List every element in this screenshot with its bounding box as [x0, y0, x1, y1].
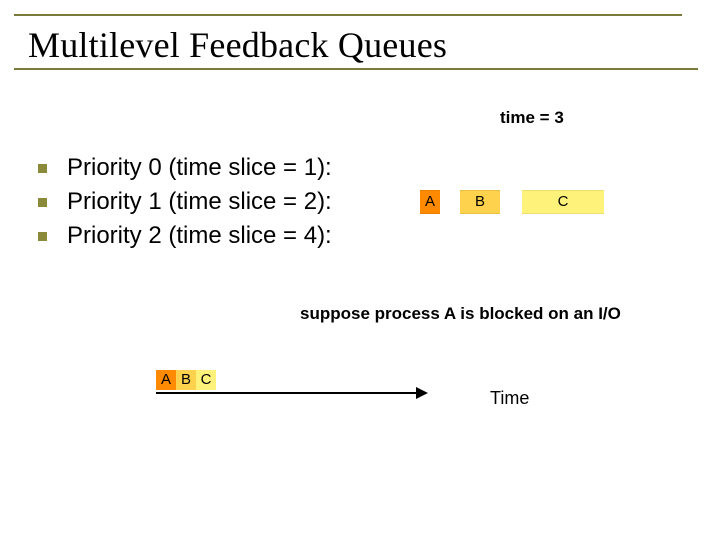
slide-title: Multilevel Feedback Queues	[28, 24, 692, 66]
queue-box-b: B	[460, 190, 500, 214]
timeline: A B C	[156, 370, 436, 394]
queue-priority-1: A B C	[420, 190, 604, 214]
timeline-box-c: C	[196, 370, 216, 390]
slide: Multilevel Feedback Queues time = 3 Prio…	[0, 0, 720, 540]
timeline-box-b: B	[176, 370, 196, 390]
list-item: Priority 1 (time slice = 2):	[38, 188, 438, 216]
queue-box-a: A	[420, 190, 440, 214]
timeline-boxes: A B C	[156, 370, 436, 390]
timeline-box-a: A	[156, 370, 176, 390]
bullet-icon	[38, 164, 47, 173]
priority-0-text: Priority 0 (time slice = 1):	[67, 154, 332, 182]
list-item: Priority 2 (time slice = 4):	[38, 222, 438, 250]
bullet-icon	[38, 198, 47, 207]
list-item: Priority 0 (time slice = 1):	[38, 154, 438, 182]
title-rule-top	[14, 14, 682, 16]
time-indicator: time = 3	[500, 108, 564, 128]
title-rule-bottom	[14, 68, 698, 70]
arrow-right-icon	[416, 387, 428, 399]
io-block-note: suppose process A is blocked on an I/O	[300, 304, 621, 324]
time-axis-label: Time	[490, 388, 529, 409]
priority-list: Priority 0 (time slice = 1): Priority 1 …	[38, 148, 438, 256]
priority-2-text: Priority 2 (time slice = 4):	[67, 222, 332, 250]
bullet-icon	[38, 232, 47, 241]
priority-1-text: Priority 1 (time slice = 2):	[67, 188, 332, 216]
queue-box-c: C	[522, 190, 604, 214]
timeline-axis	[156, 392, 418, 394]
